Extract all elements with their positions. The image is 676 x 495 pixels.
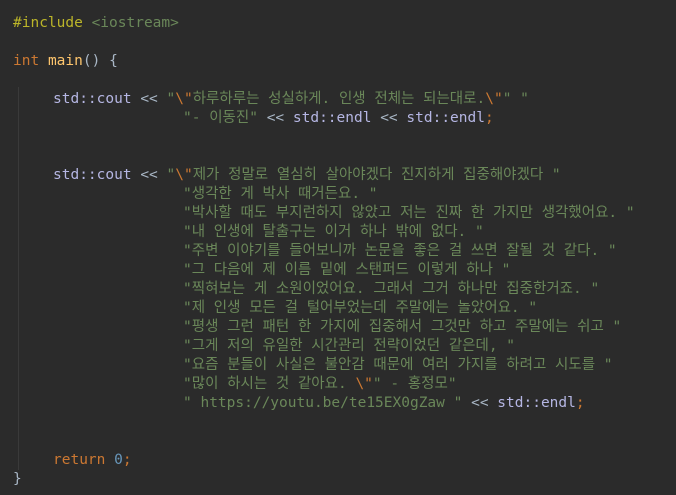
stream-operator: << bbox=[380, 110, 398, 126]
code-line-cout-1-cont: "- 이동진" << std::endl << std::endl; bbox=[183, 109, 494, 128]
string-line: "많이 하시는 것 같아요. bbox=[183, 376, 356, 392]
string-literal-1-tail: " bbox=[511, 91, 529, 107]
code-line-cout-1: std::cout << "\"하루하루는 성실하게. 인생 전체는 되는대로.… bbox=[53, 90, 529, 109]
string-line: "그 다음에 제 이름 밑에 스탠퍼드 이렇게 하나 " bbox=[183, 262, 511, 278]
string-quote: " bbox=[166, 91, 176, 107]
return-value: 0 bbox=[114, 452, 123, 468]
string-author-tail: " - 홍정모" bbox=[372, 376, 457, 392]
semicolon: ; bbox=[484, 110, 494, 126]
string-line: "평생 그런 패턴 한 가지에 집중해서 그것만 하고 주말에는 쉬고 " bbox=[183, 319, 622, 335]
string-line: "주변 이야기를 들어보니까 논문을 좋은 걸 쓰면 잘될 것 같다. " bbox=[183, 243, 617, 259]
code-line-return: return 0; bbox=[53, 451, 132, 470]
string-literal-3: 제가 정말로 열심히 살아야겠다 진지하게 집중해야겠다 " bbox=[192, 167, 561, 183]
string-quote: " bbox=[166, 167, 176, 183]
endl-identifier: std::endl bbox=[292, 110, 372, 126]
escape-quote: \" bbox=[355, 376, 373, 392]
code-line-include: #include <iostream> bbox=[13, 14, 179, 33]
code-line-main: int main() { bbox=[13, 52, 118, 71]
escape-quote: \" bbox=[485, 91, 503, 107]
escape-quote: \" bbox=[175, 91, 193, 107]
stream-operator: << bbox=[140, 167, 158, 183]
cout-identifier: std::cout bbox=[53, 91, 132, 107]
string-line: "제 인생 모든 걸 털어부었는데 주말에는 놀았어요. " bbox=[183, 300, 538, 316]
endl-identifier: std::endl bbox=[406, 110, 485, 126]
stream-operator: << bbox=[140, 91, 158, 107]
int-keyword: int bbox=[13, 53, 40, 69]
string-line: "박사할 때도 부지런하지 않았고 저는 진짜 한 가지만 생각했어요. " bbox=[183, 205, 635, 221]
code-line-cout-2: std::cout << "\"제가 정말로 열심히 살아야겠다 진지하게 집중… bbox=[53, 166, 561, 185]
string-line: "내 인생에 탈출구는 이거 하나 밖에 없다. " bbox=[183, 224, 484, 240]
include-header: <iostream> bbox=[91, 15, 179, 31]
cout-identifier: std::cout bbox=[53, 167, 132, 183]
main-function-name: main bbox=[47, 53, 83, 69]
endl-identifier: std::endl bbox=[497, 395, 576, 411]
url-string: " https://youtu.be/te15EX0gZaw " bbox=[183, 395, 463, 411]
indent-guide bbox=[18, 87, 19, 470]
return-keyword: return bbox=[53, 452, 106, 468]
string-literal-2: "- 이동진" bbox=[183, 110, 258, 126]
stream-operator: << bbox=[471, 395, 489, 411]
semicolon: ; bbox=[122, 452, 132, 468]
open-brace: { bbox=[109, 53, 118, 69]
string-literal-1: 하루하루는 성실하게. 인생 전체는 되는대로. bbox=[192, 91, 486, 107]
semicolon: ; bbox=[575, 395, 585, 411]
string-line: "요즘 분들이 사실은 불안감 때문에 여러 가지를 하려고 시도를 " bbox=[183, 357, 613, 373]
string-line: "생각한 게 박사 때거든요. " bbox=[183, 186, 378, 202]
string-line: "찍혀보는 게 소원이었어요. 그래서 그거 하나만 집중한거죠. " bbox=[183, 281, 600, 297]
escape-quote: \" bbox=[175, 167, 193, 183]
include-directive: #include bbox=[13, 15, 83, 31]
main-parens: () bbox=[82, 53, 101, 69]
code-line-close: } bbox=[13, 470, 22, 489]
string-line: "그게 저의 유일한 시간관리 전략이었던 같은데, " bbox=[183, 338, 516, 354]
code-editor[interactable]: #include <iostream> int main() { std::co… bbox=[0, 0, 676, 495]
code-line-url: " https://youtu.be/te15EX0gZaw " << std:… bbox=[183, 394, 585, 413]
close-brace: } bbox=[13, 471, 22, 487]
code-line-string-last: "많이 하시는 것 같아요. \"" - 홍정모" bbox=[183, 375, 457, 394]
stream-operator: << bbox=[266, 110, 285, 126]
